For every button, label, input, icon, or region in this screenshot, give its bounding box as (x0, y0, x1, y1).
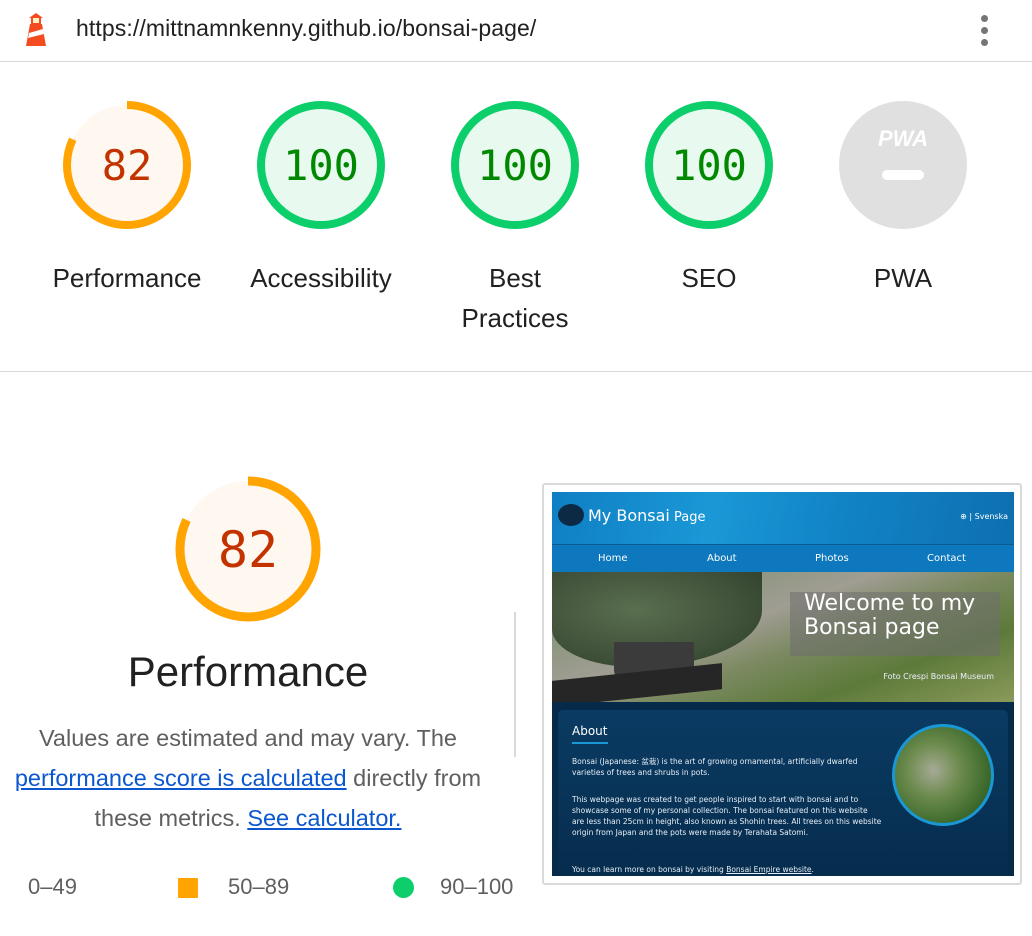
about-section: About Bonsai (Japanese: 盆栽) is the art o… (558, 710, 1008, 876)
gauge-label: Performance (52, 263, 202, 293)
about-paragraph: This webpage was created to get people i… (572, 795, 882, 837)
about-heading: About (572, 724, 608, 738)
gauge-ring: 100 (645, 101, 773, 229)
pwa-badge: PWA (878, 126, 928, 151)
final-screenshot[interactable]: My Bonsai Page ⊕ | Svenska Home About Ph… (552, 492, 1014, 876)
performance-gauge: 82 (175, 476, 321, 622)
gauge-label: Accessibility (250, 263, 392, 293)
nav-photos: Photos (815, 553, 849, 564)
hero-title: Welcome to my Bonsai page (790, 592, 1000, 656)
gauge-score: 100 (283, 141, 359, 190)
legend-average-label: 50–89 (228, 874, 290, 899)
gauge-score: 82 (102, 141, 153, 190)
performance-score: 82 (218, 521, 278, 579)
nav-home: Home (598, 553, 628, 564)
divider (514, 612, 516, 757)
category-gauges: 82 Performance 100 Accessibility 100 Bes… (0, 62, 1032, 372)
site-nav: Home About Photos Contact (552, 544, 1014, 572)
bonsai-logo-icon (558, 504, 584, 526)
pwa-icon: PWA (839, 101, 967, 229)
report-topbar: https://mittnamnkenny.github.io/bonsai-p… (0, 0, 1032, 62)
see-calculator-link[interactable]: See calculator. (247, 805, 401, 831)
site-header: My Bonsai Page ⊕ | Svenska (552, 492, 1014, 544)
gauge-label: PWA (873, 263, 933, 293)
hero-credit: Foto Crespi Bonsai Museum (883, 672, 994, 681)
legend-fail-label: 0–49 (28, 874, 77, 899)
language-switch: ⊕ | Svenska (960, 512, 1008, 521)
pass-circle-icon (393, 877, 414, 898)
about-paragraph: You can learn more on bonsai by visiting… (572, 865, 814, 874)
gauge-accessibility[interactable]: 100 Accessibility (231, 100, 411, 298)
site-title: My Bonsai Page (588, 506, 706, 525)
more-vert-icon[interactable] (970, 12, 998, 48)
gauge-label: Best Practices (461, 263, 569, 333)
gauge-score: 100 (477, 141, 553, 190)
legend-pass-label: 90–100 (440, 874, 514, 899)
performance-description: Values are estimated and may vary. The p… (0, 718, 496, 838)
gauge-label: SEO (681, 263, 737, 293)
report-url[interactable]: https://mittnamnkenny.github.io/bonsai-p… (76, 15, 536, 42)
about-paragraph: Bonsai (Japanese: 盆栽) is the art of grow… (572, 757, 858, 777)
gauge-ring: 100 (257, 101, 385, 229)
performance-score-link[interactable]: performance score is calculated (15, 765, 347, 791)
bonsai-empire-link: Bonsai Empire website (726, 865, 812, 874)
gauge-ring: 82 (63, 101, 191, 229)
desc-text: Values are estimated and may vary. The (39, 725, 457, 751)
desc-text: directly from (346, 765, 482, 791)
average-square-icon (178, 878, 198, 898)
garden-photo (892, 724, 994, 826)
gauge-ring: 100 (451, 101, 579, 229)
gauge-seo[interactable]: 100 SEO (619, 100, 799, 298)
lighthouse-icon (26, 13, 46, 46)
performance-title: Performance (127, 648, 369, 695)
nav-about: About (707, 553, 737, 564)
desc-text: these metrics. (94, 805, 248, 831)
hero-image: Welcome to my Bonsai page Foto Crespi Bo… (552, 572, 1014, 702)
heading-underline (572, 742, 608, 744)
gauge-best-practices[interactable]: 100 Best Practices (425, 100, 605, 338)
gauge-performance[interactable]: 82 Performance (37, 100, 217, 298)
gauge-pwa[interactable]: PWA PWA (813, 100, 993, 298)
nav-contact: Contact (927, 553, 966, 564)
gauge-score: 100 (671, 141, 747, 190)
